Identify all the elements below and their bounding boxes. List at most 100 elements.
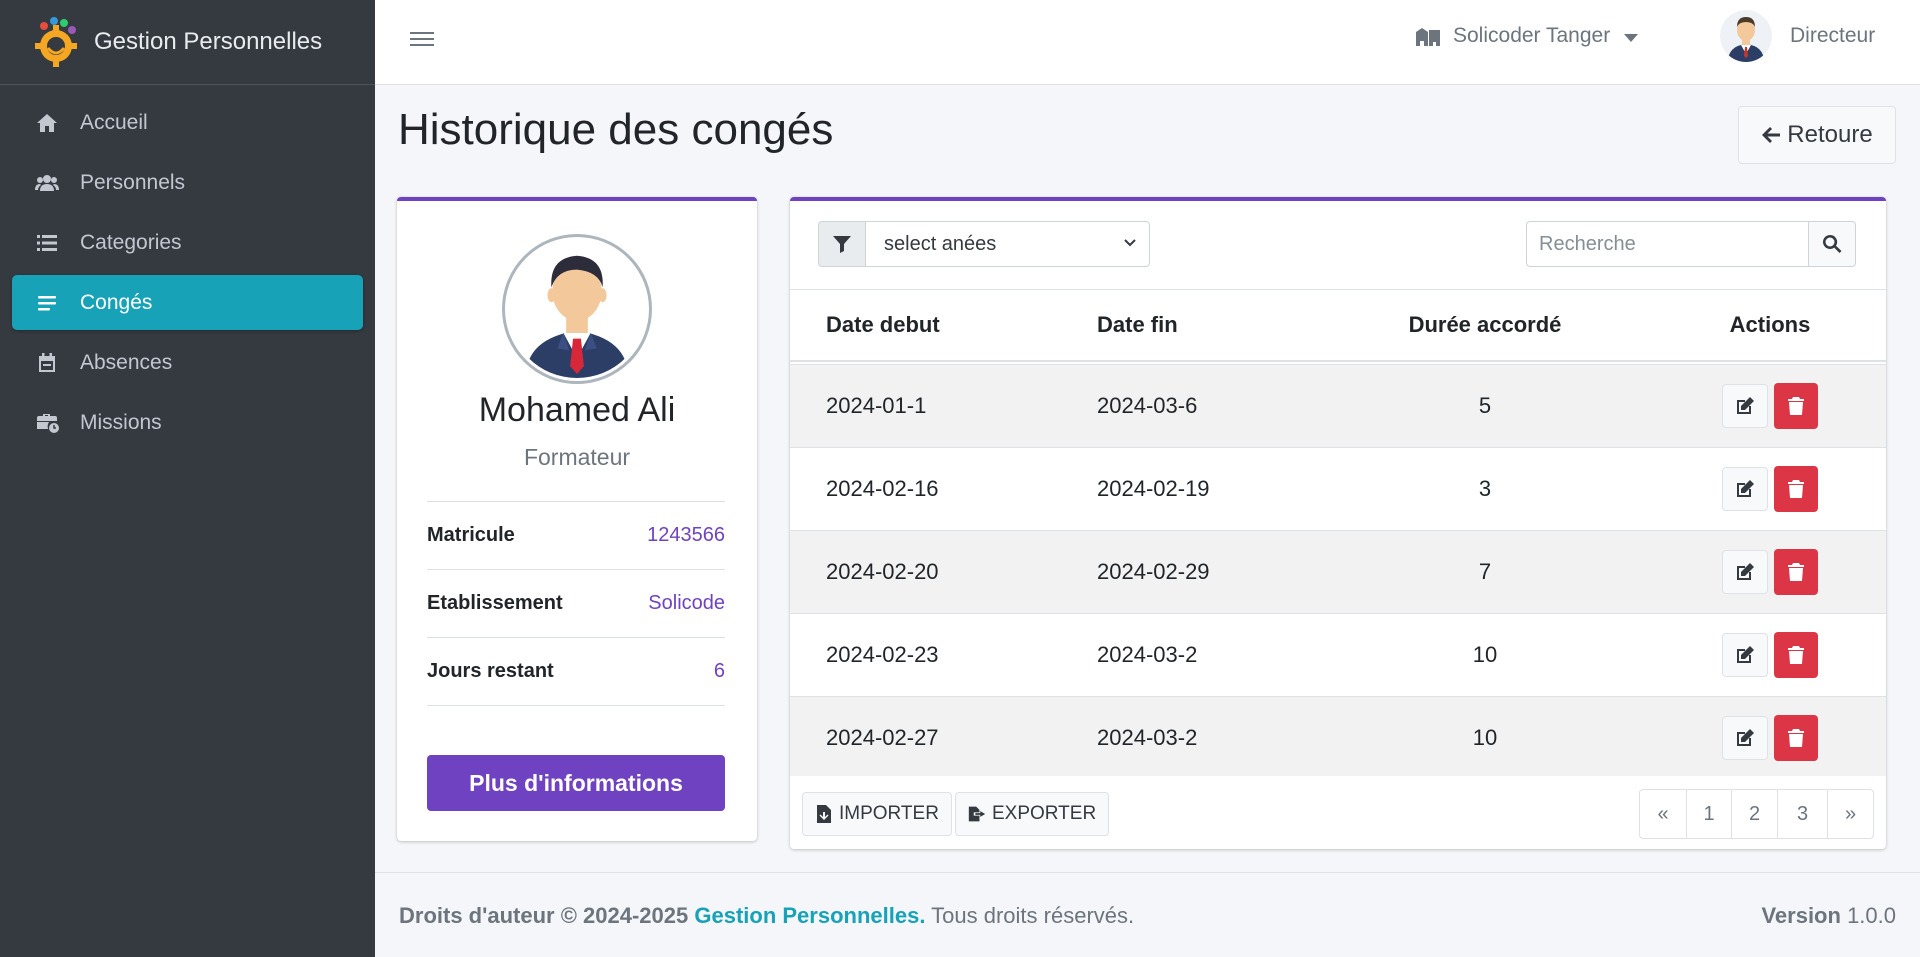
edit-button[interactable] [1722,467,1768,511]
col-date-debut[interactable]: Date debut [826,290,940,360]
cell-duree: 5 [1478,393,1492,418]
footer-brand-link[interactable]: Gestion Personnelles. [694,903,925,928]
cell-date-debut: 2024-02-16 [826,476,939,501]
sidebar-item-missions[interactable]: Missions [12,395,363,450]
row-actions [1695,448,1845,530]
users-icon [34,170,60,196]
page-title: Historique des congés [398,105,834,154]
page-next[interactable]: » [1827,790,1873,838]
page-prev[interactable]: « [1640,790,1686,838]
sidebar-item-label: Accueil [80,110,148,134]
trash-icon [1788,397,1804,415]
sidebar-item-label: Personnels [80,170,186,194]
app-title: Gestion Personnelles [94,28,323,55]
profile-name: Mohamed Ali [478,391,676,429]
col-duree[interactable]: Durée accordé [1370,290,1600,360]
sidebar-nav: Accueil Personnels Categories Congés Abs… [0,85,375,465]
cell-date-fin: 2024-03-6 [1097,393,1198,418]
trash-icon [1788,646,1804,664]
cell-date-fin: 2024-02-29 [1097,559,1210,584]
etablissement-dropdown[interactable]: Solicoder Tanger [1415,24,1639,48]
menu-toggle-icon[interactable] [410,28,434,52]
brand[interactable]: Gestion Personnelles [0,0,375,85]
row-actions [1695,531,1845,613]
copyright: Droits d'auteur © 2024-2025 Gestion Pers… [399,903,1134,929]
profile-role: Formateur [523,444,631,470]
caret-down-icon [1624,34,1639,42]
search-input[interactable]: Recherche [1526,221,1809,267]
avatar [1720,10,1772,62]
cell-date-fin: 2024-03-2 [1097,725,1198,750]
file-export-icon [968,806,986,822]
table-row: 2024-01-1 2024-03-6 5 [790,364,1886,447]
sidebar-item-accueil[interactable]: Accueil [12,95,363,150]
edit-icon [1737,729,1754,746]
cell-duree: 10 [1472,642,1498,667]
delete-button[interactable] [1774,715,1818,761]
info-value[interactable]: 6 [714,660,725,683]
sidebar-item-absences[interactable]: Absences [12,335,363,390]
cell-date-debut: 2024-02-27 [826,725,939,750]
info-row-etablissement: Etablissement Solicode [427,570,725,638]
search-button[interactable] [1808,221,1856,267]
import-label: IMPORTER [839,803,939,824]
list-icon [34,230,60,256]
sidebar-item-categories[interactable]: Categories [12,215,363,270]
cell-date-debut: 2024-01-1 [826,393,927,418]
conges-table-card: select anées Recherche Date debut Date f… [790,197,1886,849]
search-icon [1823,234,1842,253]
trash-icon [1788,480,1804,498]
cell-duree: 3 [1478,476,1492,501]
import-button[interactable]: IMPORTER [802,792,952,836]
user-menu[interactable]: Directeur [1720,10,1875,62]
more-info-button[interactable]: Plus d'informations [427,755,725,811]
logo-icon [30,16,82,68]
version: Version 1.0.0 [1761,903,1896,929]
year-select[interactable]: select anées [865,221,1150,267]
sidebar-item-conges[interactable]: Congés [12,275,363,330]
row-actions [1695,614,1845,696]
page-2[interactable]: 2 [1731,790,1777,838]
rights-text: Tous droits réservés. [931,903,1135,928]
cell-date-fin: 2024-02-19 [1097,476,1210,501]
topbar: Solicoder Tanger Directeur [375,0,1920,85]
sidebar-item-personnels[interactable]: Personnels [12,155,363,210]
delete-button[interactable] [1774,466,1818,512]
year-select-value: select anées [884,232,997,255]
info-value[interactable]: Solicode [648,592,725,615]
bars-icon [34,290,60,316]
info-value[interactable]: 1243566 [647,524,725,547]
cell-date-fin: 2024-03-2 [1097,642,1198,667]
info-label: Jours restant [427,660,554,682]
col-actions: Actions [1729,312,1811,337]
delete-button[interactable] [1774,632,1818,678]
col-date-fin[interactable]: Date fin [1097,290,1178,360]
edit-button[interactable] [1722,384,1768,428]
sidebar: Gestion Personnelles Accueil Personnels … [0,0,375,957]
table-toolbar: select anées Recherche [790,201,1886,290]
table-header: Date debut Date fin Durée accordé Action… [790,290,1886,362]
search-placeholder: Recherche [1539,232,1636,255]
edit-icon [1737,563,1754,580]
profile-card: Mohamed Ali Formateur Matricule 1243566 … [397,197,757,841]
profile-info-list: Matricule 1243566 Etablissement Solicode… [427,501,725,706]
copyright-prefix: Droits d'auteur © 2024-2025 [399,903,689,928]
sidebar-item-label: Missions [80,410,162,434]
cell-duree: 7 [1478,559,1492,584]
etablissement-name: Solicoder Tanger [1453,24,1611,47]
table-footer: IMPORTER EXPORTER « 1 2 3 » [790,776,1886,849]
export-button[interactable]: EXPORTER [955,792,1110,836]
edit-button[interactable] [1722,550,1768,594]
profile-avatar [502,234,652,384]
page-3[interactable]: 3 [1777,790,1827,838]
row-actions [1695,365,1845,447]
info-label: Etablissement [427,592,563,614]
page-1[interactable]: 1 [1686,790,1731,838]
version-label: Version [1761,903,1841,928]
building-icon [1416,28,1440,46]
edit-button[interactable] [1722,716,1768,760]
delete-button[interactable] [1774,549,1818,595]
back-button[interactable]: Retoure [1738,106,1896,164]
edit-button[interactable] [1722,633,1768,677]
delete-button[interactable] [1774,383,1818,429]
